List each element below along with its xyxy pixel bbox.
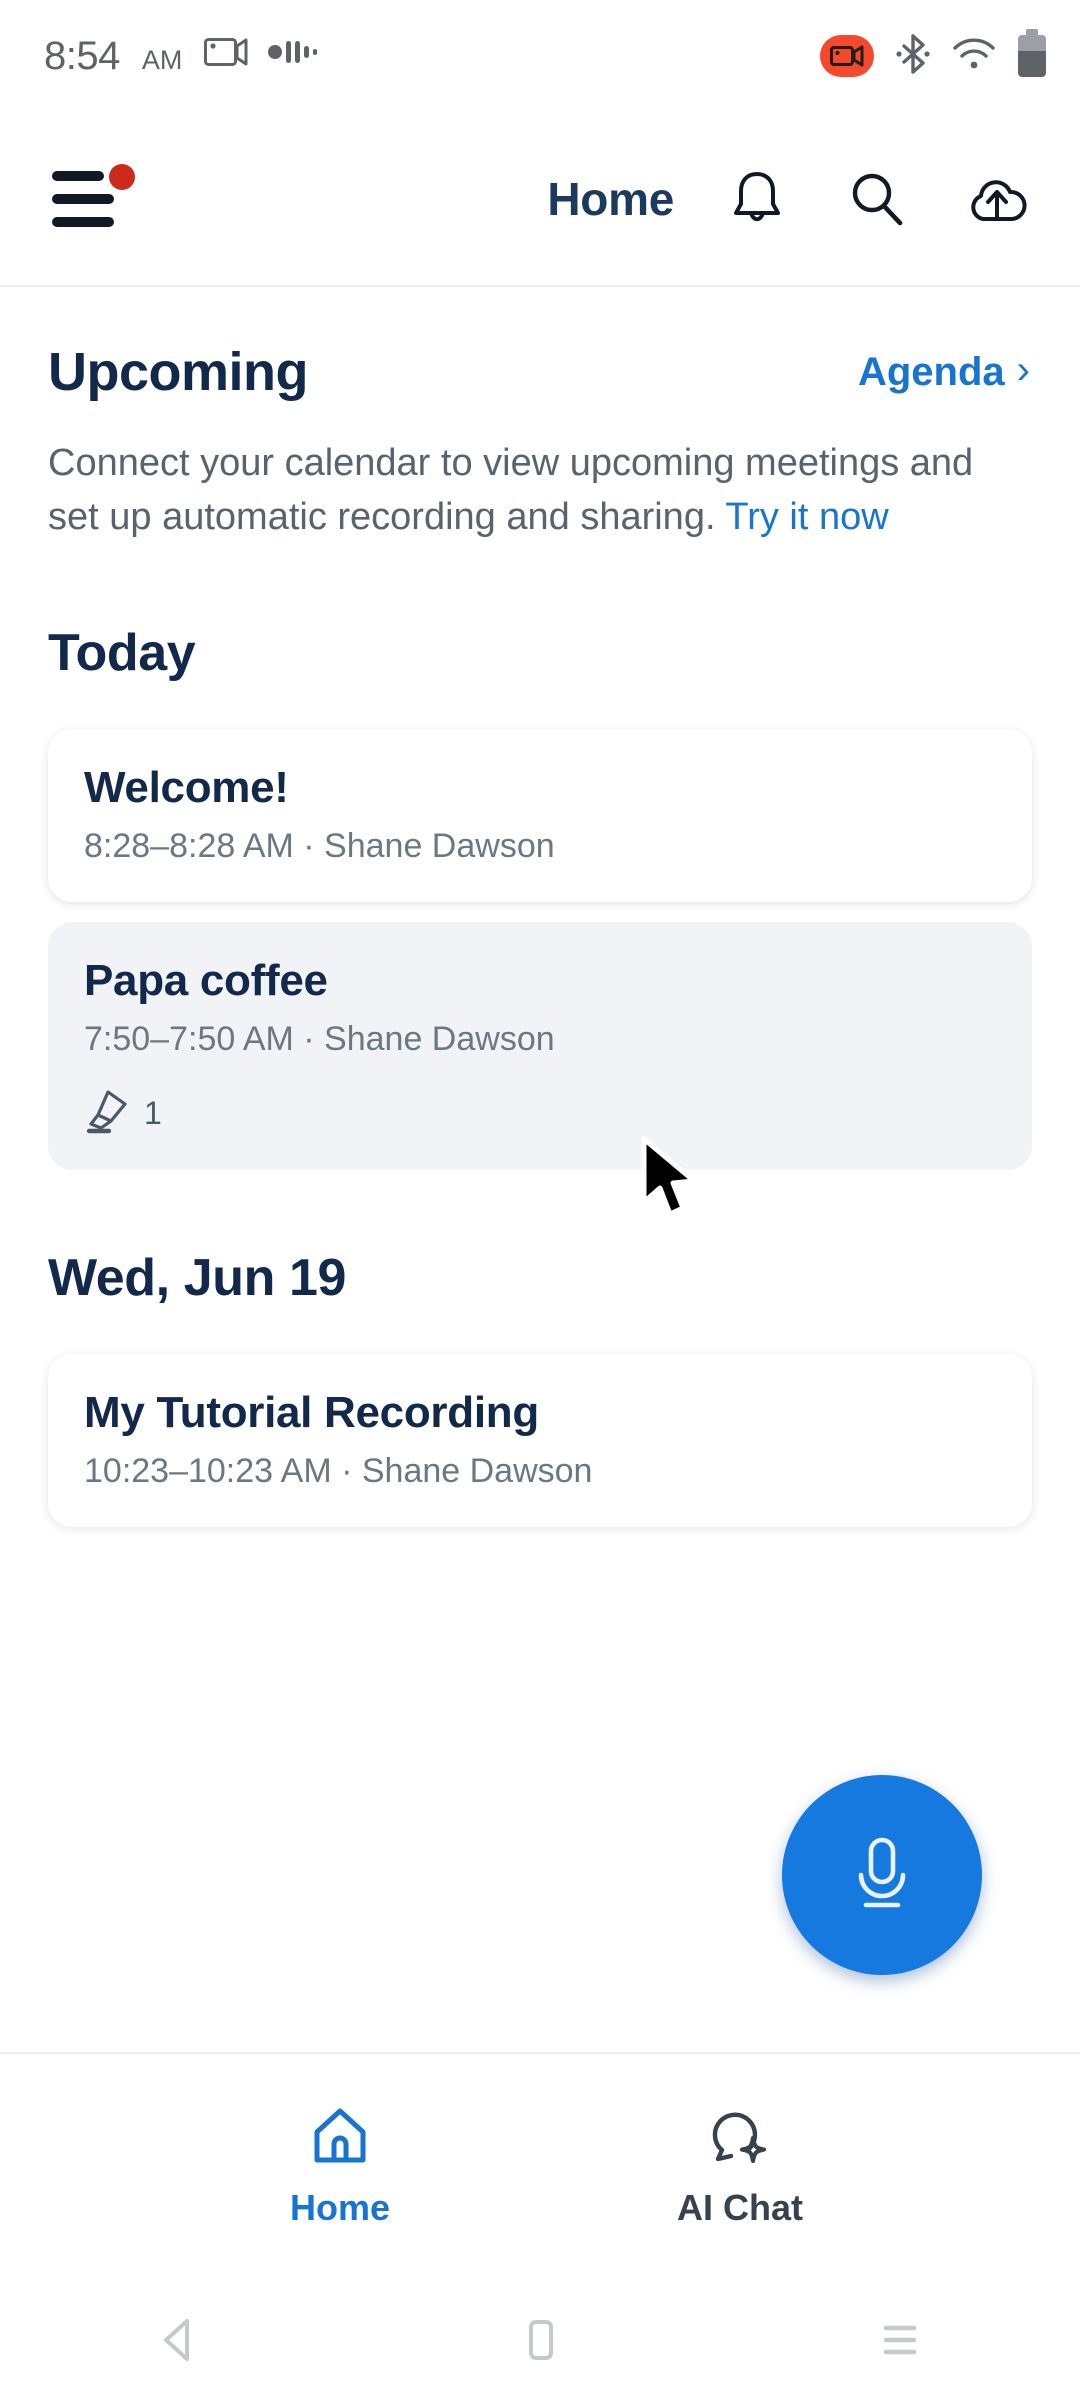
section-wed-jun-19: Wed, Jun 19 My Tutorial Recording 10:23–… — [0, 1170, 1080, 1527]
microphone-icon — [844, 1830, 920, 1921]
status-time: 8:54 — [44, 34, 120, 78]
battery-icon — [1018, 29, 1046, 77]
hamburger-bar — [52, 170, 104, 181]
notifications-icon[interactable] — [720, 162, 794, 236]
upcoming-header: Upcoming Agenda › — [0, 289, 1080, 403]
back-triangle-icon[interactable] — [120, 2280, 240, 2400]
day-heading: Today — [48, 623, 196, 682]
wifi-icon — [952, 37, 996, 76]
highlighter-icon — [84, 1087, 130, 1140]
meeting-title: My Tutorial Recording — [84, 1387, 539, 1437]
agenda-label: Agenda — [857, 349, 1005, 394]
status-left-icons — [204, 36, 318, 73]
meeting-card-selected[interactable]: Papa coffee 7:50–7:50 AM · Shane Dawson … — [48, 921, 1032, 1170]
nav-item-ai-chat[interactable]: AI Chat — [540, 2106, 940, 2229]
status-ampm: AM — [141, 45, 183, 75]
main-content: Upcoming Agenda › Connect your calendar … — [0, 289, 1080, 1527]
home-icon — [311, 2106, 369, 2171]
recents-lines-icon[interactable] — [840, 2280, 960, 2400]
status-bar-right — [820, 29, 1046, 80]
meeting-title: Welcome! — [84, 762, 289, 812]
bluetooth-icon — [896, 33, 930, 80]
nav-label-home: Home — [289, 2186, 391, 2228]
cloud-upload-icon[interactable] — [960, 162, 1034, 236]
android-navigation-bar — [0, 2280, 1080, 2400]
meeting-card-list: My Tutorial Recording 10:23–10:23 AM · S… — [0, 1308, 1080, 1527]
app-screen: 8:54 AM Home Upcoming Agenda › Connect y… — [0, 0, 1080, 2400]
search-icon[interactable] — [840, 162, 914, 236]
hamburger-menu-icon[interactable] — [52, 163, 138, 234]
menu-notification-badge — [109, 163, 135, 190]
day-heading: Wed, Jun 19 — [48, 1248, 347, 1307]
section-today: Today Welcome! 8:28–8:28 AM · Shane Daws… — [0, 545, 1080, 1170]
meeting-title: Papa coffee — [84, 955, 328, 1005]
status-bar: 8:54 AM — [0, 0, 1080, 112]
meeting-subtitle: 8:28–8:28 AM · Shane Dawson — [84, 826, 555, 865]
meeting-card-list: Welcome! 8:28–8:28 AM · Shane Dawson Pap… — [0, 683, 1080, 1170]
chevron-right-icon: › — [1016, 348, 1030, 392]
upcoming-description: Connect your calendar to view upcoming m… — [0, 403, 1080, 545]
try-it-now-link[interactable]: Try it now — [725, 496, 888, 538]
nav-label-ai-chat: AI Chat — [677, 2186, 803, 2228]
ai-chat-bubble-icon — [709, 2106, 771, 2171]
highlight-count: 1 — [144, 1094, 162, 1131]
hamburger-bar — [52, 193, 114, 204]
bottom-navigation: Home AI Chat — [0, 2052, 1080, 2280]
app-header-actions: Home — [547, 162, 1080, 236]
record-fab-button[interactable] — [782, 1775, 982, 1975]
audio-waveform-icon — [268, 38, 318, 71]
meeting-card[interactable]: My Tutorial Recording 10:23–10:23 AM · S… — [48, 1353, 1032, 1527]
meeting-meta: 1 — [84, 1087, 994, 1140]
hamburger-bar — [52, 216, 114, 227]
screen-record-icon — [204, 36, 248, 73]
meeting-subtitle: 10:23–10:23 AM · Shane Dawson — [84, 1451, 593, 1490]
meeting-card[interactable]: Welcome! 8:28–8:28 AM · Shane Dawson — [48, 728, 1032, 902]
video-recording-badge-icon — [820, 35, 874, 77]
status-bar-left: 8:54 AM — [44, 36, 318, 76]
nav-item-home[interactable]: Home — [140, 2106, 540, 2229]
agenda-link[interactable]: Agenda › — [858, 350, 1030, 395]
app-header: Home — [0, 112, 1080, 287]
page-title: Home — [547, 172, 674, 225]
meeting-subtitle: 7:50–7:50 AM · Shane Dawson — [84, 1019, 555, 1058]
upcoming-title: Upcoming — [48, 342, 309, 402]
home-square-icon[interactable] — [480, 2280, 600, 2400]
